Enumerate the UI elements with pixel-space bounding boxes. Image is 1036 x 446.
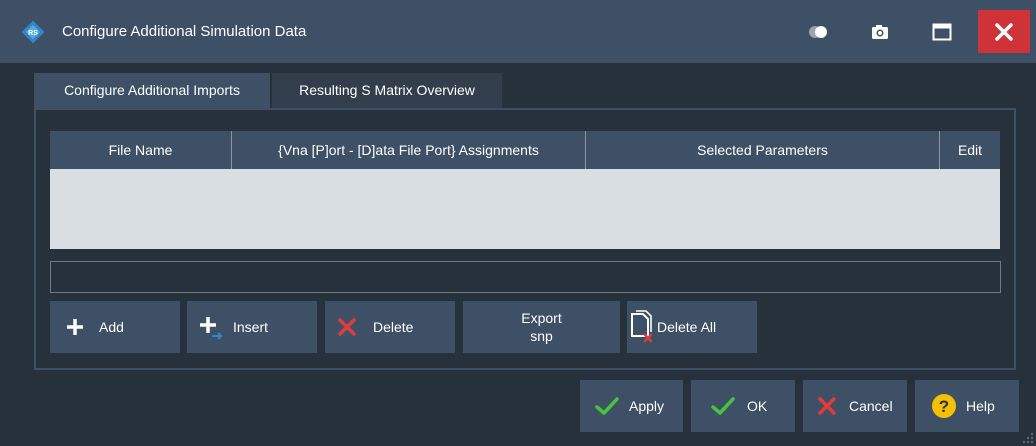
help-button[interactable]: ? Help [915, 380, 1019, 432]
delete-x-icon [338, 318, 356, 336]
delete-label: Delete [373, 319, 414, 335]
tab-resulting-s-matrix-overview[interactable]: Resulting S Matrix Overview [272, 73, 502, 108]
delete-all-label: Delete All [657, 319, 717, 335]
tab-configure-additional-imports[interactable]: Configure Additional Imports [34, 73, 270, 108]
column-header-edit[interactable]: Edit [940, 131, 1000, 169]
checkmark-icon [711, 397, 735, 415]
maximize-icon[interactable] [930, 20, 954, 44]
title-bar[interactable]: RS Configure Additional Simulation Data [0, 0, 1036, 63]
insert-icon [200, 317, 223, 340]
delete-all-button[interactable]: Delete All [627, 301, 757, 353]
close-icon [995, 22, 1013, 41]
checkmark-icon [595, 397, 619, 415]
export-label-line2: snp [530, 328, 553, 344]
apply-label: Apply [629, 398, 665, 414]
column-header-assignments[interactable]: {Vna [P]ort - [D]ata File Port} Assignme… [232, 131, 586, 169]
file-path-field[interactable] [50, 261, 1001, 293]
camera-icon[interactable] [868, 20, 892, 44]
add-button[interactable]: Add [50, 301, 180, 353]
ok-button[interactable]: OK [691, 380, 795, 432]
rs-logo-icon: RS [22, 21, 44, 43]
svg-text:RS: RS [28, 30, 38, 37]
imports-table[interactable]: File Name {Vna [P]ort - [D]ata File Port… [50, 131, 1000, 249]
svg-text:?: ? [939, 397, 949, 416]
window-title: Configure Additional Simulation Data [62, 23, 307, 40]
export-snp-button[interactable]: Export snp [463, 301, 620, 353]
table-header: File Name {Vna [P]ort - [D]ata File Port… [50, 131, 1000, 169]
toggle-icon[interactable] [806, 20, 830, 44]
insert-label: Insert [233, 319, 269, 335]
column-header-selected-parameters[interactable]: Selected Parameters [586, 131, 940, 169]
ok-label: OK [747, 398, 768, 414]
resize-grip-icon[interactable] [1022, 432, 1034, 444]
cancel-button[interactable]: Cancel [803, 380, 907, 432]
insert-button[interactable]: Insert [187, 301, 317, 353]
close-button[interactable] [978, 10, 1030, 53]
plus-icon [67, 319, 83, 335]
delete-button[interactable]: Delete [325, 301, 455, 353]
export-label-line1: Export [521, 310, 562, 326]
column-header-file-name[interactable]: File Name [50, 131, 232, 169]
help-label: Help [966, 398, 995, 414]
help-icon: ? [932, 394, 956, 418]
cancel-label: Cancel [849, 398, 893, 414]
delete-all-icon [631, 310, 653, 343]
apply-button[interactable]: Apply [580, 380, 683, 432]
add-label: Add [99, 319, 124, 335]
cancel-x-icon [818, 397, 836, 415]
